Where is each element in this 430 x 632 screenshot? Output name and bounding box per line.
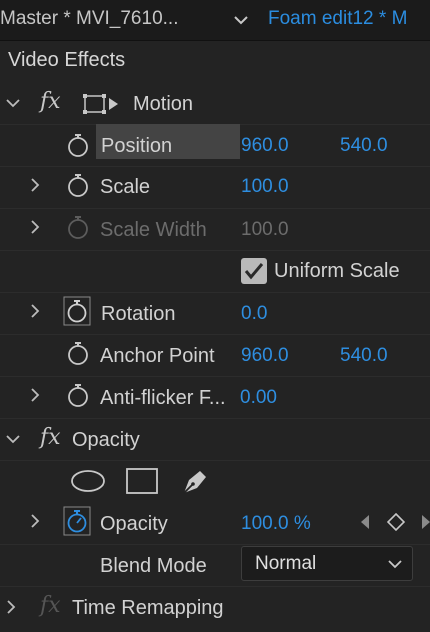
scale-value[interactable]: 100.0	[241, 176, 289, 198]
time-remapping-row[interactable]: fx Time Remapping	[0, 586, 430, 628]
pen-mask-icon[interactable]	[180, 466, 210, 496]
position-y-value[interactable]: 540.0	[340, 135, 388, 157]
chevron-down-icon[interactable]	[228, 7, 254, 33]
scale-label: Scale	[100, 176, 151, 198]
opacity-effect-row[interactable]: fx Opacity	[0, 418, 430, 461]
blend-mode-selected-value: Normal	[255, 553, 317, 574]
opacity-effect-name: Opacity	[72, 429, 140, 451]
chevron-down-icon	[388, 560, 402, 569]
stopwatch-icon[interactable]	[66, 132, 90, 158]
position-x-value[interactable]: 960.0	[241, 135, 289, 157]
blend-mode-label: Blend Mode	[100, 555, 207, 577]
time-remapping-name: Time Remapping	[72, 597, 224, 619]
next-keyframe-icon[interactable]	[420, 514, 430, 530]
blend-mode-dropdown[interactable]: Normal	[241, 546, 413, 581]
tab-master-clip[interactable]: Master * MVI_7610...	[0, 8, 178, 30]
mask-tools-row	[0, 460, 430, 502]
stopwatch-icon[interactable]	[66, 382, 90, 408]
twirl-collapsed-icon[interactable]	[28, 178, 42, 192]
scale-width-value: 100.0	[241, 219, 289, 240]
twirl-collapsed-icon[interactable]	[28, 514, 42, 528]
checkmark-icon	[244, 263, 264, 280]
transform-bounding-box-icon[interactable]	[83, 93, 119, 115]
tab-sequence[interactable]: Foam edit12 * M	[268, 8, 407, 30]
anchor-point-label: Anchor Point	[100, 345, 215, 367]
twirl-collapsed-icon[interactable]	[4, 600, 18, 614]
uniform-scale-checkbox[interactable]	[241, 258, 267, 284]
stopwatch-icon[interactable]	[66, 340, 90, 366]
position-label: Position	[101, 135, 173, 157]
rectangle-mask-icon[interactable]	[125, 467, 159, 495]
anti-flicker-row[interactable]: Anti-flicker F... 0.00	[0, 376, 430, 419]
anchor-point-row[interactable]: Anchor Point 960.0 540.0	[0, 334, 430, 377]
add-keyframe-icon[interactable]	[387, 513, 405, 531]
fx-badge[interactable]: fx	[40, 593, 61, 618]
fx-badge[interactable]: fx	[40, 89, 61, 114]
anchor-point-x-value[interactable]: 960.0	[241, 345, 289, 367]
stopwatch-icon[interactable]	[66, 172, 90, 198]
stopwatch-icon[interactable]	[63, 296, 91, 326]
position-row[interactable]: Position 960.0 540.0	[0, 124, 430, 167]
rotation-row[interactable]: Rotation 0.0	[0, 292, 430, 335]
scale-row[interactable]: Scale 100.0	[0, 166, 430, 209]
stopwatch-active-icon[interactable]	[63, 506, 91, 536]
previous-keyframe-icon[interactable]	[359, 514, 371, 530]
twirl-collapsed-icon[interactable]	[28, 304, 42, 318]
fx-badge[interactable]: fx	[40, 425, 61, 450]
twirl-collapsed-icon[interactable]	[28, 388, 42, 402]
uniform-scale-label[interactable]: Uniform Scale	[274, 260, 400, 283]
panel-tab-bar: Master * MVI_7610... Foam edit12 * M	[0, 0, 430, 41]
video-effects-heading: Video Effects	[8, 49, 126, 71]
scale-width-row: Scale Width 100.0	[0, 208, 430, 251]
rotation-value[interactable]: 0.0	[241, 303, 267, 325]
opacity-label: Opacity	[100, 513, 168, 535]
anti-flicker-value[interactable]: 0.00	[240, 387, 277, 409]
twirl-expanded-icon[interactable]	[6, 96, 20, 110]
motion-effect-name: Motion	[133, 93, 194, 115]
anti-flicker-label: Anti-flicker F...	[100, 387, 226, 409]
motion-effect-row[interactable]: fx Motion	[0, 82, 430, 125]
scale-width-label: Scale Width	[100, 219, 207, 241]
anchor-point-y-value[interactable]: 540.0	[340, 345, 388, 367]
opacity-value[interactable]: 100.0 %	[241, 513, 311, 535]
stopwatch-icon	[68, 216, 88, 239]
ellipse-mask-icon[interactable]	[70, 468, 106, 494]
twirl-expanded-icon[interactable]	[6, 432, 20, 446]
rotation-label: Rotation	[101, 303, 176, 325]
twirl-collapsed-icon[interactable]	[28, 220, 42, 234]
opacity-property-row[interactable]: Opacity 100.0 %	[0, 502, 430, 545]
